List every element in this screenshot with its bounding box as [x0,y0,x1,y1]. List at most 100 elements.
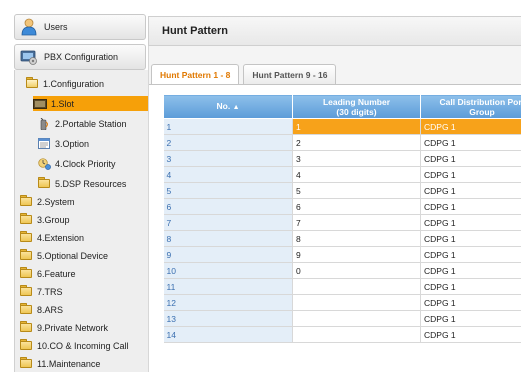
call-distribution-port-group-cell[interactable]: CDPG 1 [420,262,521,279]
tree-item-co-incoming-call[interactable]: 10.CO & Incoming Call [19,338,129,353]
row-number-cell: 6 [163,198,293,215]
call-distribution-port-group-cell[interactable]: CDPG 1 [420,198,521,215]
table-row[interactable]: 12 CDPG 1 [163,294,521,311]
call-distribution-port-group-cell[interactable]: CDPG 1 [420,166,521,183]
table-row[interactable]: 11 CDPG 1 [163,278,521,295]
table-row[interactable]: 2 2 CDPG 1 [163,134,521,151]
leading-number-cell[interactable]: 9 [292,246,421,263]
option-icon [37,138,51,150]
call-distribution-port-group-cell[interactable]: CDPG 1 [420,278,521,295]
table-row[interactable]: 11CDPG 1 [163,118,521,135]
leading-number-cell[interactable]: 0 [292,262,421,279]
tree-item-optional-device[interactable]: 5.Optional Device [19,248,108,263]
tree-item-label: 9.Private Network [37,322,109,333]
tab-hunt-pattern-1-8[interactable]: Hunt Pattern 1 - 8 [151,64,240,85]
users-accordion-header[interactable]: Users [14,14,146,40]
table-row[interactable]: 13 CDPG 1 [163,310,521,327]
tree-item-dsp-resources[interactable]: 5.DSP Resources [37,176,126,191]
tree-item-group[interactable]: 3.Group [19,212,70,227]
column-header-no[interactable]: No. ▲ [163,94,293,119]
leading-number-cell[interactable] [292,294,421,311]
leading-number-cell[interactable] [292,326,421,343]
table-row[interactable]: 9 9 CDPG 1 [163,246,521,263]
leading-number-cell[interactable]: 1 [292,118,421,135]
row-number-cell: 12 [163,294,293,311]
tree-item-private-network[interactable]: 9.Private Network [19,320,108,335]
row-number-cell: 11 [163,278,293,295]
tree-item-label: 10.CO & Incoming Call [37,340,129,351]
column-header-no-label: No. [216,100,231,111]
row-number-cell: 4 [163,166,293,183]
call-distribution-port-group-cell[interactable]: CDPG 1 [420,118,521,135]
table-row[interactable]: 14 CDPG 1 [163,326,521,343]
tree-item-label: 6.Feature [37,268,76,279]
table-row[interactable]: 4 4 CDPG 1 [163,166,521,183]
row-number-cell: 14 [163,326,293,343]
tree-item-portable-station[interactable]: 2.Portable Station [37,116,127,131]
leading-number-cell[interactable]: 2 [292,134,421,151]
folder-icon [19,231,33,244]
tree-item-option[interactable]: 3.Option [37,136,89,151]
row-number-cell: 9 [163,246,293,263]
tab-bar: Hunt Pattern 1 - 8 Hunt Pattern 9 - 16 [151,64,340,85]
column-header-leading-number: Leading Number (30 digits) [292,94,421,119]
tree-item-feature[interactable]: 6.Feature [19,266,76,281]
leading-number-cell[interactable]: 4 [292,166,421,183]
call-distribution-port-group-cell[interactable]: CDPG 1 [420,214,521,231]
tree-item-slot[interactable]: 1.Slot [33,96,149,111]
row-number-cell: 1 [163,118,293,135]
portable-station-icon [37,117,51,130]
table-row[interactable]: 8 8 CDPG 1 [163,230,521,247]
leading-number-cell[interactable]: 7 [292,214,421,231]
tab-hunt-pattern-9-16[interactable]: Hunt Pattern 9 - 16 [243,64,337,84]
call-distribution-port-group-cell[interactable]: CDPG 1 [420,150,521,167]
leading-number-cell[interactable] [292,310,421,327]
table-row[interactable]: 6 6 CDPG 1 [163,198,521,215]
tree-item-label: 3.Option [55,138,90,149]
tree-item-maintenance[interactable]: 11.Maintenance [19,356,100,371]
table-row[interactable]: 5 5 CDPG 1 [163,182,521,199]
tree-item-system[interactable]: 2.System [19,194,75,209]
table-row[interactable]: 10 0 CDPG 1 [163,262,521,279]
folder-icon [19,339,33,352]
users-label: Users [44,22,68,32]
call-distribution-port-group-cell[interactable]: CDPG 1 [420,326,521,343]
row-number-cell: 3 [163,150,293,167]
hunt-pattern-table: No. ▲ Leading Number (30 digits) Call Di… [163,94,521,343]
row-number-cell: 7 [163,214,293,231]
tree-item-label: 11.Maintenance [37,358,101,369]
table-row[interactable]: 3 3 CDPG 1 [163,150,521,167]
main-panel: Hunt Pattern Hunt Pattern 1 - 8 Hunt Pat… [148,16,521,372]
sidebar: Users PBX Configuration 1.Configuration [0,0,149,372]
call-distribution-port-group-cell[interactable]: CDPG 1 [420,134,521,151]
folder-icon [19,249,33,262]
tree-item-trs[interactable]: 7.TRS [19,284,63,299]
call-distribution-port-group-cell[interactable]: CDPG 1 [420,182,521,199]
tree-item-label: 5.Optional Device [37,250,109,261]
page-header: Hunt Pattern [148,16,521,46]
call-distribution-port-group-cell[interactable]: CDPG 1 [420,294,521,311]
call-distribution-port-group-cell[interactable]: CDPG 1 [420,310,521,327]
leading-number-cell[interactable]: 5 [292,182,421,199]
leading-number-cell[interactable]: 3 [292,150,421,167]
leading-number-cell[interactable]: 6 [292,198,421,215]
pbx-tree: 1.Configuration 1.Slot 2.Portable Statio… [14,70,149,372]
pbx-configuration-accordion-header[interactable]: PBX Configuration [14,44,146,70]
column-header-leading-number-label: Leading Number [322,96,391,107]
table-header-row: No. ▲ Leading Number (30 digits) Call Di… [163,94,521,119]
tree-item-ars[interactable]: 8.ARS [19,302,63,317]
table-row[interactable]: 7 7 CDPG 1 [163,214,521,231]
tree-item-configuration[interactable]: 1.Configuration [25,76,104,91]
tree-item-label: 4.Clock Priority [55,158,116,169]
slot-icon [33,98,47,110]
call-distribution-port-group-cell[interactable]: CDPG 1 [420,246,521,263]
call-distribution-port-group-cell[interactable]: CDPG 1 [420,230,521,247]
tree-item-label: 7.TRS [37,286,63,297]
content-area: Hunt Pattern 1 - 8 Hunt Pattern 9 - 16 N… [148,46,521,372]
users-icon [19,17,39,37]
column-header-cdpg-label: Call Distribution Port [439,96,521,107]
leading-number-cell[interactable]: 8 [292,230,421,247]
leading-number-cell[interactable] [292,278,421,295]
tree-item-clock-priority[interactable]: 4.Clock Priority [37,156,116,171]
tree-item-extension[interactable]: 4.Extension [19,230,84,245]
